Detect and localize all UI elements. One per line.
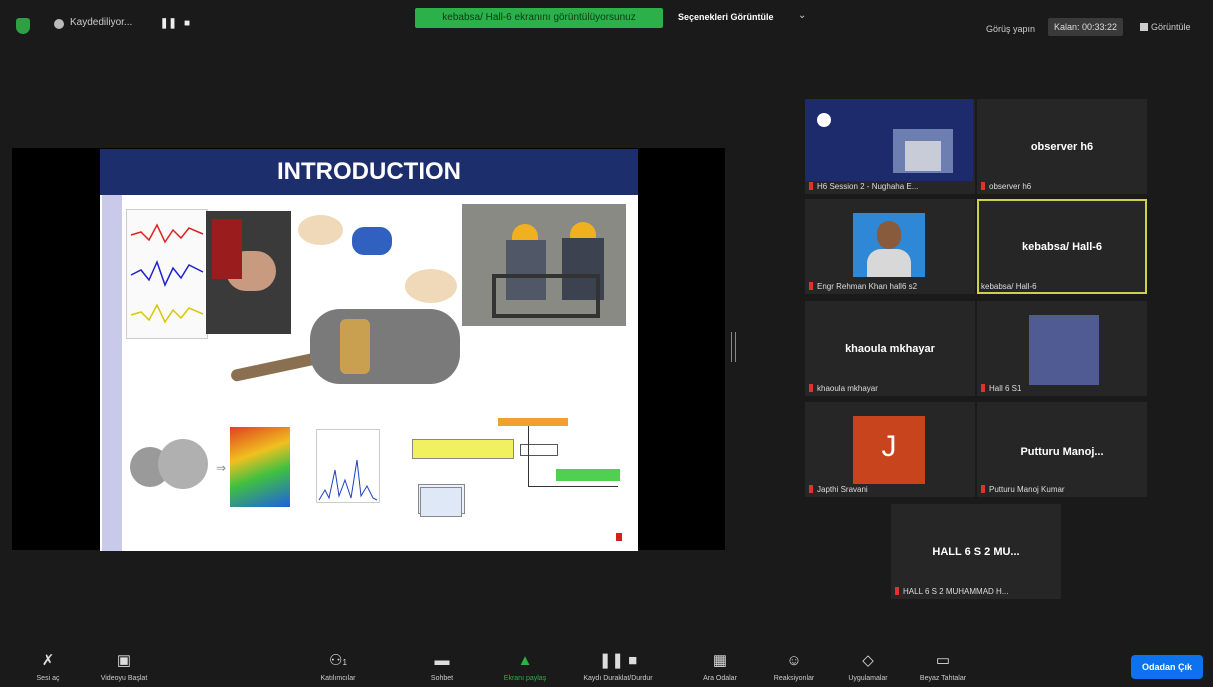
muted-mic-icon — [981, 384, 985, 392]
chat-label: Sohbet — [430, 675, 454, 682]
start-video-label: Videoyu Başlat — [100, 675, 148, 682]
participants-button[interactable]: ⚇1 Katılımcılar — [318, 652, 358, 682]
participant-display-name: HALL 6 S 2 MU... — [932, 546, 1020, 558]
shared-slide-thumbnail — [805, 99, 973, 181]
participant-tile[interactable]: J Japthi Sravani — [805, 402, 975, 497]
reactions-button[interactable]: ☺ Reaksiyonlar — [766, 652, 822, 682]
muted-mic-icon — [809, 485, 813, 493]
participant-tile[interactable]: khaoula mkhayar khaoula mkhayar — [805, 301, 975, 396]
participant-name-label: Hall 6 S1 — [981, 384, 1021, 393]
start-video-button[interactable]: ▣ Videoyu Başlat — [94, 652, 154, 682]
participant-name-label: H6 Session 2 - Nughaha E... — [809, 182, 918, 191]
speech-bubble — [405, 269, 457, 303]
gearbox-image — [229, 299, 460, 389]
unmute-label: Sesi aç — [36, 675, 60, 682]
muted-mic-icon — [895, 587, 899, 595]
whiteboard-button[interactable]: ▭ Beyaz Tahtalar — [914, 652, 972, 682]
stress-heatmap-image — [230, 427, 290, 507]
security-shield-icon[interactable] — [16, 18, 30, 34]
unmute-button[interactable]: ✗ Sesi aç — [30, 652, 66, 682]
chat-icon: ▬ — [434, 652, 450, 669]
spectrum-plot-image — [316, 429, 380, 503]
participant-tile[interactable]: Putturu Manoj... Putturu Manoj Kumar — [977, 402, 1147, 497]
participant-name-label: Engr Rehman Khan hall6 s2 — [809, 282, 917, 291]
participant-name-label: HALL 6 S 2 MUHAMMAD H... — [895, 587, 1009, 596]
slide-title: INTRODUCTION — [277, 158, 461, 185]
reactions-icon: ☺ — [786, 652, 802, 669]
exit-fullscreen-button[interactable]: Görüş yapın — [986, 24, 1035, 34]
recording-status: Kaydediliyor... — [70, 17, 133, 28]
participant-name-label: khaoula mkhayar — [809, 384, 878, 393]
muted-mic-icon — [981, 485, 985, 493]
participant-name-label: kebabsa/ Hall-6 — [981, 282, 1037, 291]
pause-recording-label: Kaydı Duraklat/Durdur — [583, 675, 653, 682]
speech-bubble — [298, 215, 343, 245]
participants-label: Katılımcılar — [320, 675, 356, 682]
participant-tile[interactable]: Engr Rehman Khan hall6 s2 — [805, 199, 975, 294]
muted-mic-icon — [809, 384, 813, 392]
slide-side-accent — [102, 195, 122, 551]
slide-page-mark — [616, 533, 622, 541]
participant-display-name: Putturu Manoj... — [1020, 446, 1104, 458]
breakout-rooms-button[interactable]: ▦ Ara Odalar — [700, 652, 740, 682]
signal-plots-image — [126, 209, 208, 339]
participant-display-name: observer h6 — [1030, 141, 1094, 153]
participants-count: 1 — [342, 658, 347, 667]
muted-mic-icon — [981, 182, 985, 190]
pause-recording-button[interactable]: ❚❚ ■ Kaydı Duraklat/Durdur — [576, 652, 660, 682]
panel-resize-handle[interactable] — [731, 332, 736, 362]
view-label: Görüntüle — [1151, 22, 1191, 32]
stop-recording-icon[interactable]: ■ — [184, 18, 190, 29]
breakout-rooms-label: Ara Odalar — [703, 675, 737, 682]
participant-tile[interactable]: HALL 6 S 2 MU... HALL 6 S 2 MUHAMMAD H..… — [891, 504, 1061, 599]
participant-tile[interactable]: observer h6 observer h6 — [977, 99, 1147, 194]
participant-photo — [853, 213, 925, 277]
participant-display-name: khaoula mkhayar — [845, 343, 935, 355]
share-screen-label: Ekranı paylaş — [503, 675, 547, 682]
grid-view-icon — [1140, 23, 1148, 31]
leave-meeting-button[interactable]: Odadan Çık — [1131, 655, 1203, 679]
time-remaining: Kalan: 00:33:22 — [1048, 18, 1124, 36]
meeting-toolbar: ✗ Sesi aç ▣ Videoyu Başlat ⚇1 Katılımcıl… — [0, 640, 1213, 687]
participant-display-name: kebabsa/ Hall-6 — [1021, 241, 1103, 253]
active-speaker-tile[interactable]: kebabsa/ Hall-6 kebabsa/ Hall-6 — [977, 199, 1147, 294]
chat-button[interactable]: ▬ Sohbet — [424, 652, 460, 682]
pause-stop-icon: ❚❚ ■ — [598, 652, 638, 669]
arrow-icon: ⇒ — [216, 461, 227, 475]
workers-photo — [462, 204, 626, 326]
participant-name-label: Putturu Manoj Kumar — [981, 485, 1065, 494]
muted-mic-icon — [809, 282, 813, 290]
pump-illustration — [352, 227, 392, 255]
share-screen-icon: ▲ — [517, 652, 533, 669]
participant-tile[interactable]: H6 Session 2 - Nughaha E... — [805, 99, 975, 194]
avatar-initial: J — [881, 430, 897, 463]
viewing-screen-banner: kebabsa/ Hall-6 ekranını görüntülüyorsun… — [415, 8, 663, 28]
muted-mic-icon — [809, 182, 813, 190]
participant-tile[interactable]: Hall 6 S1 — [977, 301, 1147, 396]
whiteboard-label: Beyaz Tahtalar — [919, 675, 967, 682]
presentation-slide: INTRODUCTION ⇒ — [100, 149, 638, 551]
view-button[interactable]: Görüntüle — [1140, 22, 1191, 32]
apps-icon: ◇ — [862, 652, 874, 669]
whiteboard-icon: ▭ — [935, 652, 951, 669]
participant-avatar — [1029, 315, 1099, 385]
participant-name-label: Japthi Sravani — [809, 485, 868, 494]
waveform-image — [420, 487, 462, 517]
breakout-rooms-icon: ▦ — [712, 652, 728, 669]
participants-icon: ⚇1 — [329, 652, 347, 669]
pause-recording-icon[interactable]: ❚❚ — [160, 18, 177, 29]
reactions-label: Reaksiyonlar — [773, 675, 815, 682]
meeting-top-bar: Kaydediliyor... ❚❚ ■ kebabsa/ Hall-6 ekr… — [0, 0, 1213, 50]
muted-mic-icon: ✗ — [41, 652, 55, 669]
chevron-down-icon[interactable]: ⌄ — [798, 10, 806, 21]
recording-icon — [54, 19, 64, 29]
share-screen-button[interactable]: ▲ Ekranı paylaş — [494, 652, 556, 682]
apps-label: Uygulamalar — [848, 675, 888, 682]
view-options-button[interactable]: Seçenekleri Görüntüle — [678, 12, 774, 22]
video-off-icon: ▣ — [116, 652, 132, 669]
participant-name-label: observer h6 — [981, 182, 1031, 191]
apps-button[interactable]: ◇ Uygulamalar — [840, 652, 896, 682]
gear-assembly-image — [130, 439, 215, 499]
